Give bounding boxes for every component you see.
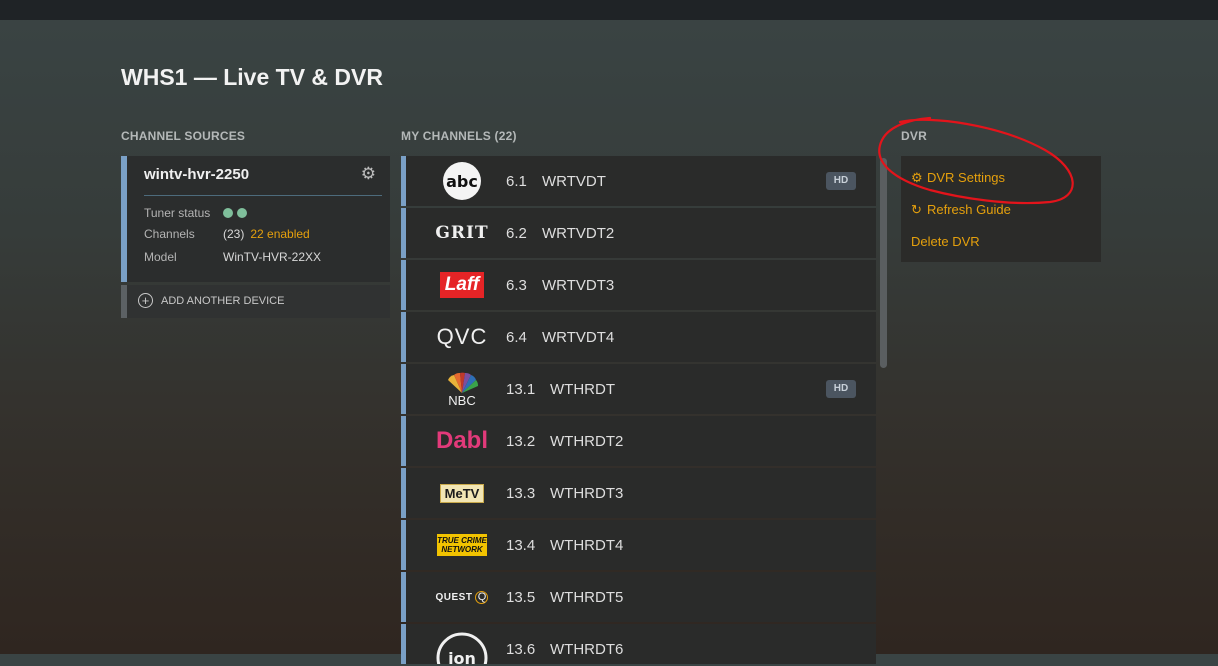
channel-number: 13.4 bbox=[506, 537, 536, 554]
dvr-settings-link[interactable]: ⚙ DVR Settings bbox=[911, 170, 1005, 186]
channel-name: WRTVDT3 bbox=[542, 277, 615, 294]
dvr-heading: DVR bbox=[901, 129, 927, 143]
source-device-name: wintv-hvr-2250 bbox=[144, 166, 250, 183]
svg-text:ion: ion bbox=[448, 649, 476, 664]
gear-icon: ⚙ bbox=[911, 170, 923, 185]
add-another-device-button[interactable]: + ADD ANOTHER DEVICE bbox=[121, 285, 390, 318]
channel-row[interactable]: QVC 6.4 WRTVDT4 bbox=[401, 312, 876, 362]
dvr-settings-label: DVR Settings bbox=[927, 170, 1006, 185]
channel-row[interactable]: Dabl 13.2 WTHRDT2 bbox=[401, 416, 876, 466]
channel-list: abc 6.1 WRTVDT HD GRIT 6.2 WRTVDT2 Laff … bbox=[401, 156, 876, 666]
channel-name: WRTVDT2 bbox=[542, 225, 615, 242]
qvc-logo: QVC bbox=[436, 324, 488, 349]
metv-logo: MeTV bbox=[432, 475, 492, 511]
channel-sources-heading: CHANNEL SOURCES bbox=[121, 129, 246, 143]
refresh-guide-link[interactable]: ↻ Refresh Guide bbox=[911, 202, 1011, 218]
laff-logo: Laff bbox=[432, 267, 492, 303]
channel-source-card[interactable]: wintv-hvr-2250 ⚙ Tuner status Channels (… bbox=[121, 156, 390, 282]
tuner-status-label: Tuner status bbox=[144, 206, 211, 220]
channel-row[interactable]: QUEST Q 13.5 WTHRDT5 bbox=[401, 572, 876, 622]
add-device-label: ADD ANOTHER DEVICE bbox=[161, 295, 285, 307]
channel-number: 13.1 bbox=[506, 381, 536, 398]
channel-number: 6.2 bbox=[506, 225, 527, 242]
channels-enabled-link[interactable]: 22 enabled bbox=[250, 227, 309, 241]
delete-dvr-link[interactable]: Delete DVR bbox=[911, 234, 980, 249]
channel-name: WTHRDT4 bbox=[550, 537, 624, 554]
channel-number: 13.6 bbox=[506, 641, 536, 658]
channel-number: 13.2 bbox=[506, 433, 536, 450]
model-label: Model bbox=[144, 250, 177, 264]
refresh-guide-label: Refresh Guide bbox=[927, 202, 1011, 217]
model-value: WinTV-HVR-22XX bbox=[223, 250, 322, 264]
ion-logo: ion bbox=[432, 632, 492, 664]
top-bar bbox=[0, 0, 1218, 20]
tuner-status-dot bbox=[237, 208, 247, 218]
nbc-peacock-logo: NBC bbox=[432, 371, 492, 407]
plus-circle-icon: + bbox=[138, 293, 153, 308]
channels-value: (23) 22 enabled bbox=[223, 227, 310, 241]
gear-icon[interactable]: ⚙ bbox=[361, 164, 376, 184]
dvr-panel: ⚙ DVR Settings ↻ Refresh Guide Delete DVR bbox=[901, 156, 1101, 262]
tuner-status-dot bbox=[223, 208, 233, 218]
channel-name: WTHRDT bbox=[550, 381, 615, 398]
tuner-status-indicators bbox=[223, 206, 251, 220]
channel-name: WTHRDT3 bbox=[550, 485, 624, 502]
channel-row[interactable]: ion 13.6 WTHRDT6 bbox=[401, 624, 876, 664]
hd-badge: HD bbox=[826, 172, 856, 190]
channel-name: WTHRDT5 bbox=[550, 589, 624, 606]
grit-logo: GRIT bbox=[435, 223, 489, 243]
channel-list-scrollbar[interactable] bbox=[880, 158, 887, 368]
channel-name: WTHRDT2 bbox=[550, 433, 624, 450]
divider bbox=[144, 195, 382, 196]
channel-name: WRTVDT bbox=[542, 173, 606, 190]
channel-name: WTHRDT6 bbox=[550, 641, 624, 658]
channel-row[interactable]: TRUE CRIME NETWORK 13.4 WTHRDT4 bbox=[401, 520, 876, 570]
page-title: WHS1 — Live TV & DVR bbox=[121, 64, 383, 90]
quest-q-icon: Q bbox=[475, 590, 489, 604]
channel-row[interactable]: MeTV 13.3 WTHRDT3 bbox=[401, 468, 876, 518]
channel-row[interactable]: NBC 13.1 WTHRDT HD bbox=[401, 364, 876, 414]
hd-badge: HD bbox=[826, 380, 856, 398]
channel-number: 13.5 bbox=[506, 589, 536, 606]
channel-name: WRTVDT4 bbox=[542, 329, 615, 346]
channel-number: 13.3 bbox=[506, 485, 536, 502]
channel-row[interactable]: Laff 6.3 WRTVDT3 bbox=[401, 260, 876, 310]
channel-number: 6.1 bbox=[506, 173, 527, 190]
refresh-icon: ↻ bbox=[911, 202, 922, 217]
channels-label: Channels bbox=[144, 227, 195, 241]
abc-logo: abc bbox=[432, 162, 492, 200]
channel-row[interactable]: GRIT 6.2 WRTVDT2 bbox=[401, 208, 876, 258]
quest-logo: QUEST Q bbox=[432, 579, 492, 615]
channels-count: (23) bbox=[223, 227, 245, 241]
svg-text:abc: abc bbox=[446, 172, 478, 191]
my-channels-heading: MY CHANNELS (22) bbox=[401, 129, 517, 143]
channel-number: 6.3 bbox=[506, 277, 527, 294]
true-crime-network-logo: TRUE CRIME NETWORK bbox=[437, 534, 487, 556]
channel-number: 6.4 bbox=[506, 329, 527, 346]
channel-row[interactable]: abc 6.1 WRTVDT HD bbox=[401, 156, 876, 206]
dabl-logo: Dabl bbox=[435, 427, 488, 454]
